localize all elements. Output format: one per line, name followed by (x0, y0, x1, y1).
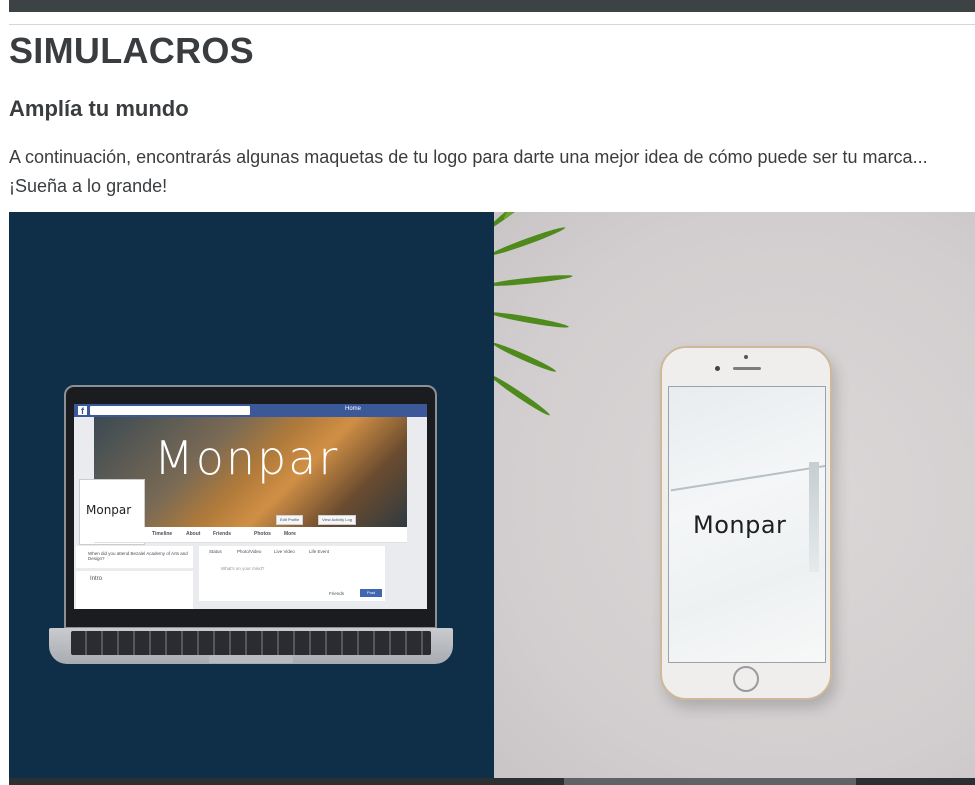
phone-screen: Monpar (668, 386, 826, 663)
facebook-top-bar: f Home (74, 404, 427, 417)
cover-logo-text: Monpar (154, 431, 340, 485)
phone-camera (715, 366, 720, 371)
view-activity-log-button: View Activity Log (318, 515, 356, 525)
phone-home-button (733, 666, 759, 692)
plant-leaf (494, 340, 558, 375)
composer-post-button: Post (360, 589, 382, 597)
intro-text: A continuación, encontrarás algunas maqu… (9, 147, 928, 196)
plant-leaf (494, 224, 567, 258)
facebook-icon: f (78, 406, 87, 416)
section-heading: Amplía tu mundo (9, 96, 189, 121)
tab-more: More (284, 531, 296, 537)
laptop-screen: f Home Monpar Edit Profile View Activity… (74, 404, 427, 609)
facebook-home-link: Home (345, 406, 362, 412)
plant-leaf (494, 372, 552, 418)
laptop-trackpad (209, 655, 293, 663)
facebook-prompt-text: When did you attend Bezalel Academy of A… (88, 551, 188, 561)
facebook-search-input (90, 406, 250, 415)
laptop-keyboard (71, 631, 431, 655)
facebook-tabs: Timeline About Friends Photos More (94, 527, 407, 543)
laptop-base (49, 628, 453, 664)
phone-device: Monpar (660, 346, 832, 700)
edit-profile-button: Edit Profile (276, 515, 304, 525)
tab-about: About (186, 531, 201, 537)
composer-status: Status (209, 549, 222, 554)
plant-leaf (494, 212, 546, 232)
tab-timeline: Timeline (152, 531, 173, 537)
composer-photo-video: Photo/Video (237, 549, 262, 554)
plant-leaf (501, 212, 539, 221)
composer-live-video: Live Video (274, 549, 295, 554)
plant-leaf (494, 273, 573, 288)
top-bar (9, 0, 975, 12)
scrollbar-thumb[interactable] (564, 778, 856, 785)
tab-photos: Photos (254, 531, 271, 537)
facebook-composer: Status Photo/Video Live Video Life Event… (199, 546, 385, 601)
tab-friends: Friends (213, 531, 232, 537)
facebook-intro-card: Intro (76, 571, 193, 609)
laptop-mockup-image: f Home Monpar Edit Profile View Activity… (9, 212, 494, 778)
divider (9, 24, 975, 25)
phone-logo-text: Monpar (693, 511, 787, 539)
plant-leaf (494, 310, 570, 330)
phone-mockup-image: Monpar (494, 212, 975, 778)
laptop-lid: f Home Monpar Edit Profile View Activity… (64, 385, 437, 629)
bridge-tower-graphic (809, 462, 819, 572)
bridge-graphic (670, 465, 825, 492)
profile-logo-text: Monpar (86, 503, 132, 517)
phone-speaker (733, 367, 761, 370)
phone-proximity-sensor (744, 355, 748, 359)
page-title: SIMULACROS (9, 30, 254, 71)
composer-audience: Friends (329, 591, 345, 596)
composer-placeholder: What's on your mind? (221, 566, 265, 571)
facebook-prompt-card: When did you attend Bezalel Academy of A… (76, 546, 193, 568)
composer-life-event: Life Event (309, 549, 330, 554)
horizontal-scrollbar[interactable] (9, 778, 975, 785)
facebook-intro-label: Intro (90, 576, 103, 582)
